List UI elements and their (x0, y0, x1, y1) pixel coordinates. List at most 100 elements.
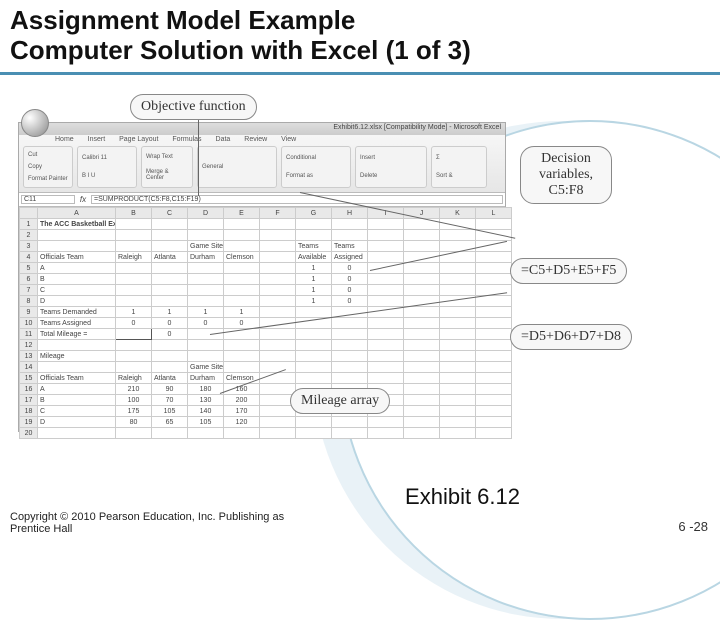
col-header: G (296, 208, 332, 219)
cell (116, 241, 152, 252)
cell (404, 373, 440, 384)
table-row: 20 (20, 428, 512, 439)
cell (188, 329, 224, 340)
ribbon-label: Wrap Text (146, 154, 188, 160)
cell: 105 (152, 406, 188, 417)
cell (296, 351, 332, 362)
ribbon-label: Σ (436, 155, 482, 161)
cell (332, 362, 368, 373)
cell: Atlanta (152, 252, 188, 263)
title-line-1: Assignment Model Example (10, 6, 471, 36)
table-row: 1The ACC Basketball Example (20, 219, 512, 230)
cell (224, 296, 260, 307)
cell (368, 417, 404, 428)
cell (368, 241, 404, 252)
ribbon-label: Format as (286, 173, 346, 179)
row-header: 2 (20, 230, 38, 241)
cell (116, 263, 152, 274)
cell (368, 351, 404, 362)
cell (332, 219, 368, 230)
cell: Durham (188, 252, 224, 263)
table-row: 4Officials TeamRaleighAtlantaDurhamClems… (20, 252, 512, 263)
cell (260, 252, 296, 263)
row-header: 4 (20, 252, 38, 263)
ribbon-group-number: General (197, 146, 277, 188)
cell (152, 351, 188, 362)
cell (476, 307, 512, 318)
cell (404, 406, 440, 417)
cell: Clemson (224, 373, 260, 384)
cell (116, 340, 152, 351)
cell (476, 296, 512, 307)
ribbon-label: Conditional (286, 155, 346, 161)
cell: 210 (116, 384, 152, 395)
table-row: 5A10 (20, 263, 512, 274)
cell (440, 384, 476, 395)
cell (260, 329, 296, 340)
cell: Clemson (224, 252, 260, 263)
cell: 175 (116, 406, 152, 417)
formula-bar: C11 fx =SUMPRODUCT(C5:F8,C15:F19) (19, 193, 505, 207)
ribbon-group-clipboard: Cut Copy Format Painter (23, 146, 73, 188)
cell (260, 406, 296, 417)
cell: 180 (188, 384, 224, 395)
cell (476, 428, 512, 439)
cell: Teams Demanded (38, 307, 116, 318)
cell (440, 351, 476, 362)
cell (224, 351, 260, 362)
cell: Raleigh (116, 252, 152, 263)
col-header: H (332, 208, 368, 219)
cell (368, 329, 404, 340)
cell (440, 373, 476, 384)
cell (260, 241, 296, 252)
cell (440, 340, 476, 351)
ribbon-label: B I U (82, 173, 132, 179)
col-header: E (224, 208, 260, 219)
cell (260, 285, 296, 296)
cell (152, 362, 188, 373)
cell (188, 263, 224, 274)
table-row: 7C10 (20, 285, 512, 296)
cell (332, 318, 368, 329)
table-row: 19D8065105120 (20, 417, 512, 428)
cell (440, 318, 476, 329)
cell (116, 351, 152, 362)
ribbon-label: Calibri 11 (82, 155, 132, 161)
cell (476, 329, 512, 340)
cell (38, 428, 116, 439)
cell (404, 318, 440, 329)
cell (38, 340, 116, 351)
cell (188, 351, 224, 362)
cell (188, 230, 224, 241)
cell (368, 285, 404, 296)
row-header: 1 (20, 219, 38, 230)
cell (368, 230, 404, 241)
cell: 0 (332, 285, 368, 296)
cell: 65 (152, 417, 188, 428)
ribbon-tab: Home (55, 136, 74, 143)
ribbon-tab: Review (244, 136, 267, 143)
cell: Atlanta (152, 373, 188, 384)
cell (152, 263, 188, 274)
cell: 1 (296, 274, 332, 285)
table-row: 6B10 (20, 274, 512, 285)
cell: 0 (332, 296, 368, 307)
cell (152, 219, 188, 230)
cell (260, 307, 296, 318)
cell (152, 241, 188, 252)
callout-formula-rowsum: =C5+D5+E5+F5 (510, 258, 627, 284)
cell (260, 428, 296, 439)
window-title: Exhibit6.12.xlsx [Compatibility Mode] - … (333, 124, 501, 131)
cell (332, 340, 368, 351)
cell: 100 (116, 395, 152, 406)
cell (404, 230, 440, 241)
col-header: C (152, 208, 188, 219)
row-header: 10 (20, 318, 38, 329)
cell (38, 230, 116, 241)
row-header: 15 (20, 373, 38, 384)
cell (476, 417, 512, 428)
cell (116, 362, 152, 373)
cell: C (38, 285, 116, 296)
cell: 170 (224, 406, 260, 417)
ribbon-tab: View (281, 136, 296, 143)
